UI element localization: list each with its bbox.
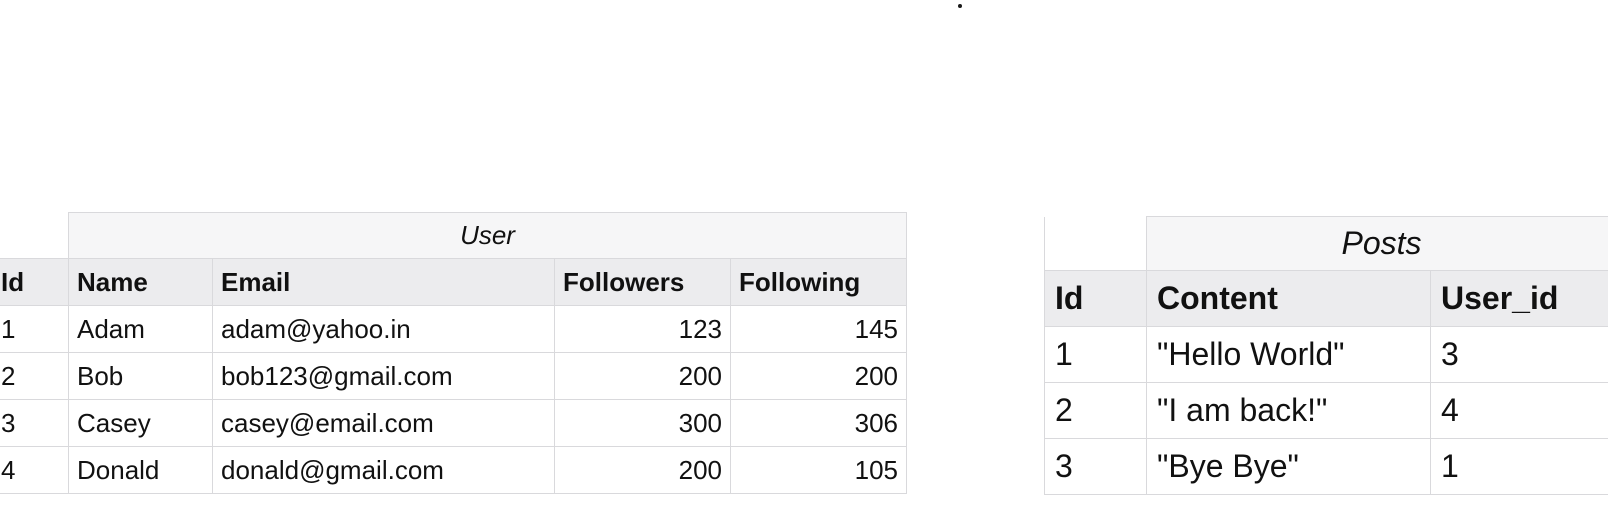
cell-name: Bob [68, 352, 213, 400]
column-header-content: Content [1146, 270, 1431, 327]
cell-name: Adam [68, 305, 213, 353]
cell-user-id: 4 [1430, 382, 1608, 439]
cell-email: bob123@gmail.com [212, 352, 555, 400]
cell-content: "Bye Bye" [1146, 438, 1431, 495]
cell-id: 3 [1044, 438, 1147, 495]
cell-id: 4 [0, 446, 69, 494]
column-header-id: Id [0, 258, 69, 306]
table-row: 1 Adam adam@yahoo.in 123 145 [0, 305, 908, 353]
posts-table: Posts Id Content User_id 1 "Hello World"… [1044, 216, 1608, 495]
column-header-name: Name [68, 258, 213, 306]
table-row: 2 "I am back!" 4 [1044, 382, 1608, 439]
cell-followers: 123 [554, 305, 731, 353]
cell-id: 2 [1044, 382, 1147, 439]
cell-following: 105 [729, 446, 908, 494]
cell-followers: 300 [554, 399, 731, 447]
cell-user-id: 3 [1430, 326, 1608, 383]
table-row: 3 Casey casey@email.com 300 306 [0, 399, 908, 447]
column-header-email: Email [212, 258, 555, 306]
cell-id: 1 [0, 305, 69, 353]
stray-dot [958, 4, 962, 8]
cell-user-id: 1 [1430, 438, 1608, 495]
cell-id: 2 [0, 352, 69, 400]
cell-email: donald@gmail.com [212, 446, 555, 494]
table-row: 2 Bob bob123@gmail.com 200 200 [0, 352, 908, 400]
cell-following: 200 [729, 352, 908, 400]
table-row: 4 Donald donald@gmail.com 200 105 [0, 446, 908, 494]
posts-table-title-row: Posts [1044, 216, 1608, 271]
column-header-user-id: User_id [1430, 270, 1608, 327]
cell-name: Donald [68, 446, 213, 494]
column-header-id: Id [1044, 270, 1147, 327]
cell-name: Casey [68, 399, 213, 447]
cell-content: "I am back!" [1146, 382, 1431, 439]
cell-followers: 200 [554, 352, 731, 400]
cell-id: 1 [1044, 326, 1147, 383]
cell-id: 3 [0, 399, 69, 447]
table-row: 1 "Hello World" 3 [1044, 326, 1608, 383]
cell-email: adam@yahoo.in [212, 305, 555, 353]
column-header-following: Following [729, 258, 908, 306]
user-table-pk-cell [0, 212, 69, 259]
user-table-header-row: Id Name Email Followers Following [0, 258, 908, 306]
table-row: 3 "Bye Bye" 1 [1044, 438, 1608, 495]
posts-table-title: Posts [1146, 216, 1608, 271]
column-header-followers: Followers [554, 258, 731, 306]
cell-following: 306 [729, 399, 908, 447]
cell-followers: 200 [554, 446, 731, 494]
cell-following: 145 [729, 305, 908, 353]
user-table-title: User [67, 212, 908, 259]
posts-table-header-row: Id Content User_id [1044, 270, 1608, 327]
posts-table-pk-cell [1044, 216, 1147, 271]
cell-content: "Hello World" [1146, 326, 1431, 383]
cell-email: casey@email.com [212, 399, 555, 447]
user-table-title-row: User [0, 212, 908, 259]
user-table: User Id Name Email Followers Following 1… [0, 212, 908, 494]
